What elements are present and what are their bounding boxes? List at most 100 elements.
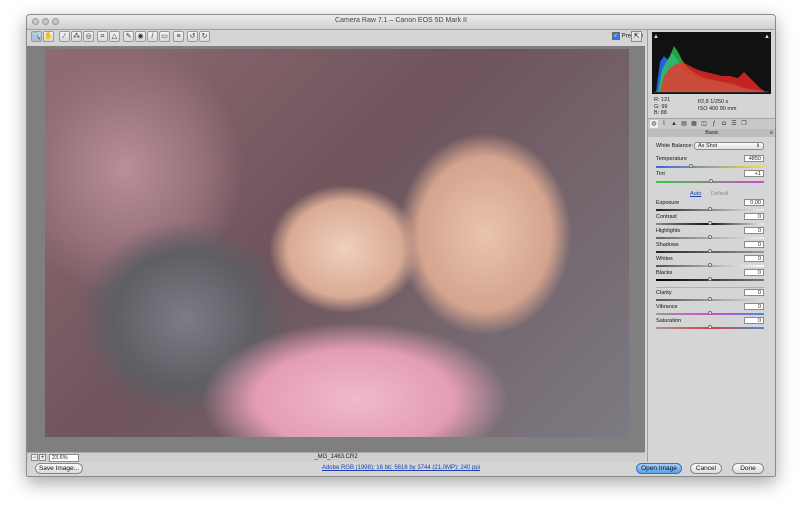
highlights-slider[interactable] <box>656 235 764 239</box>
tab-detail[interactable]: ▲ <box>670 120 678 128</box>
vibrance-thumb[interactable] <box>708 311 712 315</box>
targeted-adjustment-tool-button[interactable]: ◎ <box>83 31 94 42</box>
exposure-field[interactable]: 0,00 <box>744 199 764 206</box>
white-balance-tool-button[interactable]: ⁄ <box>59 31 70 42</box>
rotate-ccw-button[interactable]: ↺ <box>187 31 198 42</box>
preferences-button[interactable]: ≡ <box>173 31 184 42</box>
clarity-thumb[interactable] <box>708 297 712 301</box>
presets-icon: ☰ <box>731 121 737 127</box>
contrast-thumb[interactable] <box>708 221 712 225</box>
adjustment-brush-tool-button[interactable]: / <box>147 31 158 42</box>
tab-lens[interactable]: ◫ <box>700 120 708 128</box>
open-image-button[interactable]: Open Image <box>636 463 682 474</box>
toolbar: 🔍 ✋ ⁄ ⁂ ◎ ⌗ △ ✎ ◉ / ▭ ≡ ↺ ↻ <box>29 31 645 45</box>
crop-tool-button[interactable]: ⌗ <box>97 31 108 42</box>
blacks-slider[interactable] <box>656 277 764 281</box>
clarity-field[interactable]: 0 <box>744 289 764 296</box>
highlight-clipping-icon[interactable]: ▲ <box>764 34 770 40</box>
temperature-label: Temperature <box>656 156 687 162</box>
photo-preview <box>45 49 629 437</box>
spot-removal-tool-button[interactable]: ✎ <box>123 31 134 42</box>
auto-link[interactable]: Auto <box>690 191 701 197</box>
shadows-field[interactable]: 0 <box>744 241 764 248</box>
white-balance-value: As Shot <box>698 143 718 149</box>
tab-hsl[interactable]: ▤ <box>680 120 688 128</box>
bottom-bar: Save Image... Adobe RGB (1998); 16 bit; … <box>27 462 775 476</box>
highlights-label: Highlights <box>656 228 681 234</box>
exposure-thumb[interactable] <box>708 207 712 211</box>
vibrance-field[interactable]: 0 <box>744 303 764 310</box>
straighten-tool-button[interactable]: △ <box>109 31 120 42</box>
fullscreen-icon: ⇱ <box>633 33 640 40</box>
shadows-label: Shadows <box>656 242 679 248</box>
fullscreen-button[interactable]: ⇱ <box>631 31 642 42</box>
tab-presets[interactable]: ☰ <box>730 120 738 128</box>
clarity-slider[interactable] <box>656 297 764 301</box>
tab-split-toning[interactable]: ▦ <box>690 120 698 128</box>
preferences-icon: ≡ <box>176 33 181 40</box>
tint-field[interactable]: +1 <box>744 170 764 177</box>
hand-tool-button[interactable]: ✋ <box>43 31 54 42</box>
temperature-field[interactable]: 4850 <box>744 155 764 162</box>
tab-snapshots[interactable]: ❐ <box>740 120 748 128</box>
saturation-field[interactable]: 0 <box>744 317 764 324</box>
whites-thumb[interactable] <box>708 263 712 267</box>
red-eye-tool-button[interactable]: ◉ <box>135 31 146 42</box>
done-button[interactable]: Done <box>732 463 764 474</box>
highlights-field[interactable]: 0 <box>744 227 764 234</box>
panel-title: Basic <box>705 130 719 136</box>
vibrance-slider[interactable] <box>656 311 764 315</box>
shadows-thumb[interactable] <box>708 249 712 253</box>
shadow-clipping-icon[interactable]: ▲ <box>653 34 659 40</box>
crop-icon: ⌗ <box>100 33 105 40</box>
iso-focal: ISO 400 90 mm <box>698 106 737 112</box>
highlights-thumb[interactable] <box>708 235 712 239</box>
shadows-slider[interactable] <box>656 249 764 253</box>
aperture-shutter: f/2,8 1/250 s <box>698 99 729 105</box>
default-link[interactable]: Default <box>711 191 728 197</box>
tint-thumb[interactable] <box>709 179 714 183</box>
tab-camera-calibration[interactable]: ◘ <box>720 120 728 128</box>
zoom-icon: 🔍 <box>32 33 41 40</box>
saturation-slider[interactable] <box>656 325 764 329</box>
white-balance-select[interactable]: As Shot ⇕ <box>694 142 764 150</box>
graduated-filter-tool-button[interactable]: ▭ <box>159 31 170 42</box>
whites-label: Whites <box>656 256 673 262</box>
zoom-tool-button[interactable]: 🔍 <box>31 31 42 42</box>
contrast-slider[interactable] <box>656 221 764 225</box>
clarity-label: Clarity <box>656 290 672 296</box>
targeted-adjustment-icon: ◎ <box>85 33 92 40</box>
whites-slider[interactable] <box>656 263 764 267</box>
exposure-label: Exposure <box>656 200 680 206</box>
rgb-readout: R: 121 G: 99 B: 88 <box>654 97 670 117</box>
snapshot-icon: ❐ <box>741 121 747 127</box>
blacks-thumb[interactable] <box>708 277 712 281</box>
preview-checkbox[interactable]: ✓ <box>611 32 620 40</box>
blacks-label: Blacks <box>656 270 673 276</box>
blacks-field[interactable]: 0 <box>744 269 764 276</box>
tab-effects[interactable]: ƒ <box>710 120 718 128</box>
tint-label: Tint <box>656 171 665 177</box>
saturation-thumb[interactable] <box>708 325 712 329</box>
red-value: R: 121 <box>654 97 671 103</box>
tint-slider[interactable] <box>656 179 764 183</box>
blue-value: B: 88 <box>654 110 667 116</box>
filename-label: _MG_1463.CR2 <box>314 454 358 460</box>
exposure-slider[interactable] <box>656 207 764 211</box>
cancel-button[interactable]: Cancel <box>690 463 722 474</box>
adjustment-brush-icon: / <box>151 33 154 40</box>
temperature-slider[interactable] <box>656 164 764 168</box>
contrast-field[interactable]: 0 <box>744 213 764 220</box>
aperture-icon: ◍ <box>651 121 657 127</box>
color-sampler-tool-button[interactable]: ⁂ <box>71 31 82 42</box>
graduated-filter-icon: ▭ <box>161 33 168 40</box>
rotate-cw-button[interactable]: ↻ <box>199 31 210 42</box>
whites-field[interactable]: 0 <box>744 255 764 262</box>
image-canvas[interactable] <box>27 46 645 452</box>
temperature-thumb[interactable] <box>688 164 693 168</box>
color-sampler-icon: ⁂ <box>73 33 80 40</box>
panel-menu-icon[interactable]: ≡ <box>770 129 773 137</box>
tab-tone-curve[interactable]: ⌇ <box>660 120 668 128</box>
exif-info: f/2,8 1/250 s ISO 400 90 mm <box>698 99 737 113</box>
tab-basic[interactable]: ◍ <box>650 120 658 128</box>
